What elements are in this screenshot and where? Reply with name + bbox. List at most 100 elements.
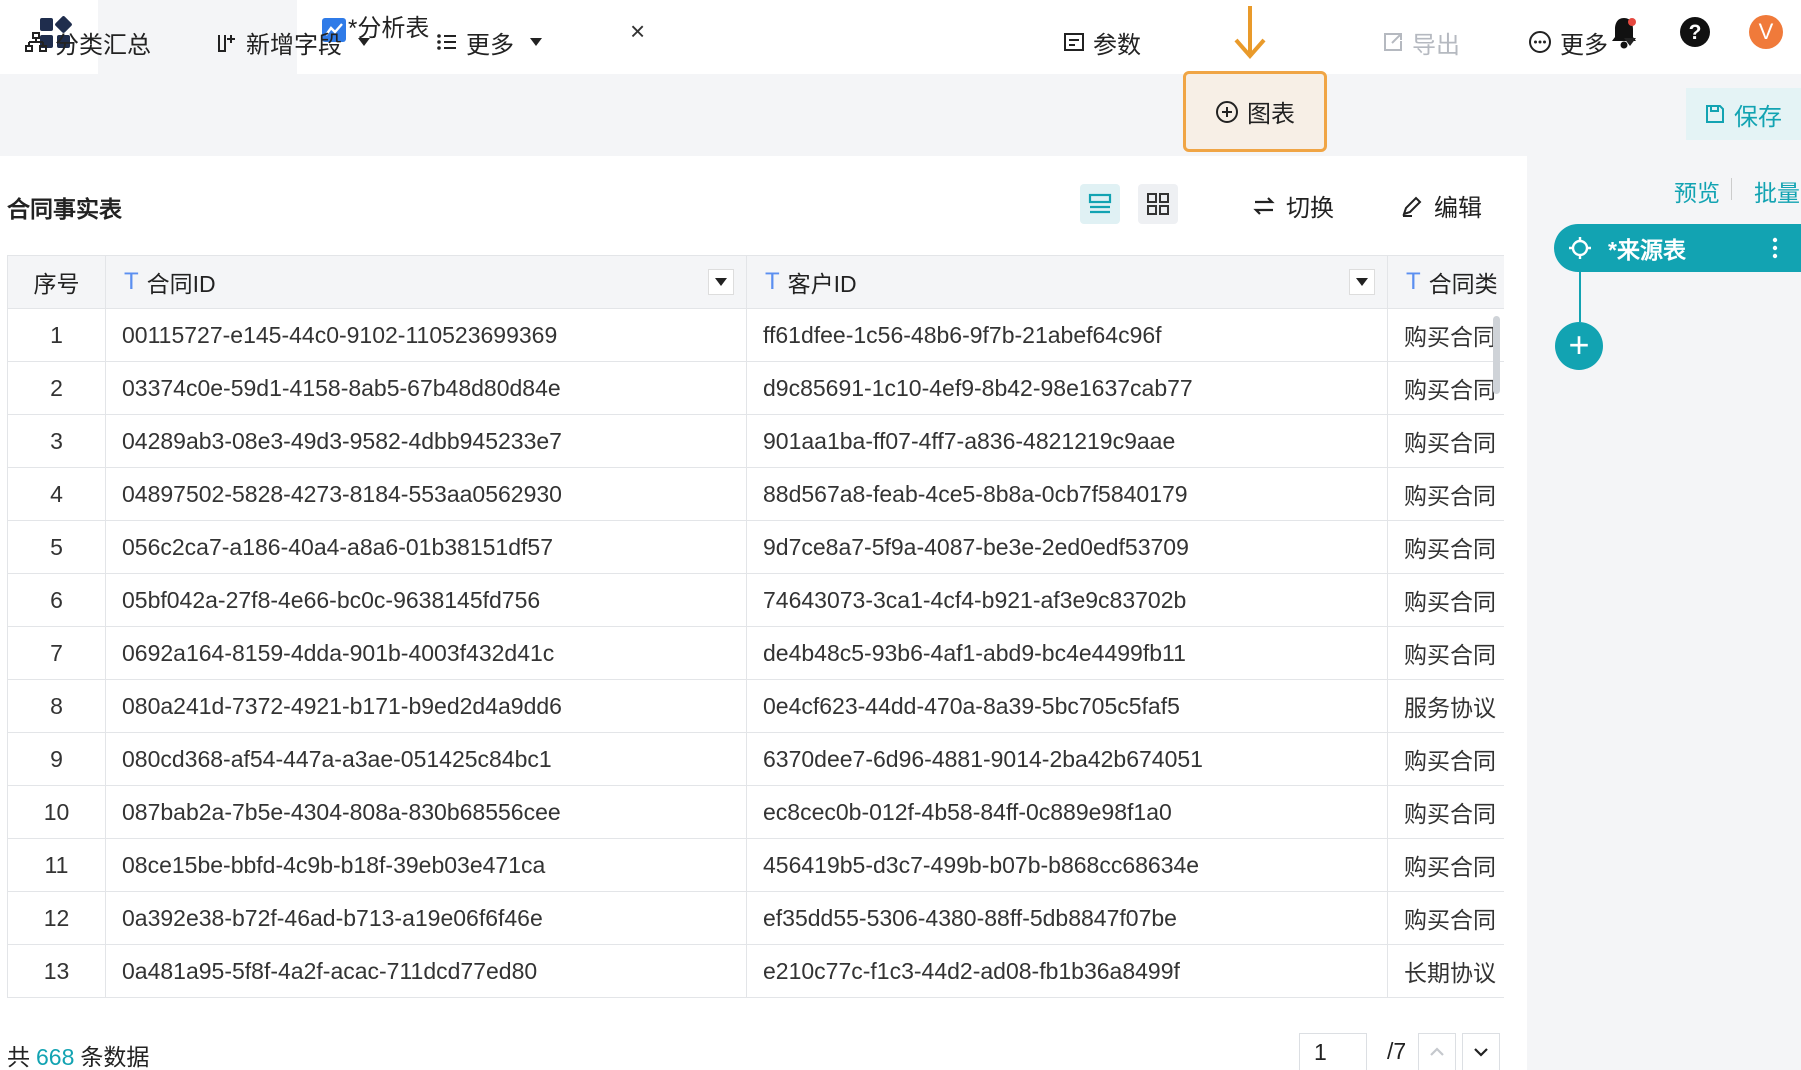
table-row[interactable]: 9 080cd368-af54-447a-a3ae-051425c84bc1 637… bbox=[7, 732, 1504, 786]
chevron-down-icon bbox=[358, 38, 370, 46]
contract-type-cell[interactable]: 购买合同 bbox=[1387, 308, 1504, 362]
column-dropdown-button[interactable] bbox=[708, 269, 734, 295]
export-button[interactable]: 导出 bbox=[1382, 26, 1460, 59]
contract-type-cell[interactable]: 购买合同 bbox=[1387, 732, 1504, 786]
contract-type-cell[interactable]: 购买合同 bbox=[1387, 626, 1504, 680]
row-index-cell[interactable]: 4 bbox=[7, 467, 106, 521]
customer-id-cell[interactable]: 9d7ce8a7-5f9a-4087-be3e-2ed0edf53709 bbox=[746, 520, 1388, 574]
table-row[interactable]: 6 05bf042a-27f8-4e66-bc0c-9638145fd756 746… bbox=[7, 573, 1504, 627]
more-vertical-icon[interactable] bbox=[1772, 236, 1778, 260]
contract-type-cell[interactable]: 服务协议 bbox=[1387, 679, 1504, 733]
contract-id-cell[interactable]: 08ce15be-bbfd-4c9b-b18f-39eb03e471ca bbox=[105, 838, 747, 892]
more-left-button[interactable]: 更多 bbox=[436, 26, 542, 59]
contract-id-cell[interactable]: 03374c0e-59d1-4158-8ab5-67b48d80d84e bbox=[105, 361, 747, 415]
chart-label: 图表 bbox=[1247, 101, 1295, 128]
table-row[interactable]: 2 03374c0e-59d1-4158-8ab5-67b48d80d84e d9c… bbox=[7, 361, 1504, 415]
customer-id-cell[interactable]: e210c77c-f1c3-44d2-ad08-fb1b36a8499f bbox=[746, 944, 1388, 998]
chart-button[interactable]: 图表 bbox=[1183, 71, 1327, 152]
column-header-contract-type[interactable]: T 合同类 bbox=[1387, 255, 1504, 309]
customer-id-cell[interactable]: 6370dee7-6d96-4881-9014-2ba42b674051 bbox=[746, 732, 1388, 786]
table-row[interactable]: 8 080a241d-7372-4921-b171-b9ed2d4a9dd6 0e4… bbox=[7, 679, 1504, 733]
contract-id-cell[interactable]: 0692a164-8159-4dda-901b-4003f432d41c bbox=[105, 626, 747, 680]
contract-id-cell[interactable]: 05bf042a-27f8-4e66-bc0c-9638145fd756 bbox=[105, 573, 747, 627]
row-index-cell[interactable]: 7 bbox=[7, 626, 106, 680]
contract-type-cell[interactable]: 购买合同 bbox=[1387, 573, 1504, 627]
contract-type-cell[interactable]: 长期协议 bbox=[1387, 944, 1504, 998]
contract-id-cell[interactable]: 087bab2a-7b5e-4304-808a-830b68556cee bbox=[105, 785, 747, 839]
node-connector bbox=[1579, 272, 1581, 322]
table-row[interactable]: 10 087bab2a-7b5e-4304-808a-830b68556cee ec… bbox=[7, 785, 1504, 839]
row-index-cell[interactable]: 10 bbox=[7, 785, 106, 839]
table-row[interactable]: 4 04897502-5828-4273-8184-553aa0562930 88d… bbox=[7, 467, 1504, 521]
contract-id-cell[interactable]: 0a392e38-b72f-46ad-b713-a19e06f6f46e bbox=[105, 891, 747, 945]
group-summary-button[interactable]: 分类汇总 bbox=[25, 26, 151, 59]
customer-id-cell[interactable]: 0e4cf623-44dd-470a-8a39-5bc705c5faf5 bbox=[746, 679, 1388, 733]
customer-id-cell[interactable]: de4b48c5-93b6-4af1-abd9-bc4e4499fb11 bbox=[746, 626, 1388, 680]
table-row[interactable]: 12 0a392e38-b72f-46ad-b713-a19e06f6f46e ef… bbox=[7, 891, 1504, 945]
table-row[interactable]: 3 04289ab3-08e3-49d3-9582-4dbb945233e7 901… bbox=[7, 414, 1504, 468]
text-type-icon: T bbox=[765, 268, 780, 295]
contract-id-cell[interactable]: 04289ab3-08e3-49d3-9582-4dbb945233e7 bbox=[105, 414, 747, 468]
params-button[interactable]: 参数 bbox=[1063, 26, 1141, 59]
contract-id-cell[interactable]: 04897502-5828-4273-8184-553aa0562930 bbox=[105, 467, 747, 521]
customer-id-cell[interactable]: ef35dd55-5306-4380-88ff-5db8847f07be bbox=[746, 891, 1388, 945]
table-scrollbar[interactable] bbox=[1493, 316, 1500, 394]
contract-type-cell[interactable]: 购买合同 bbox=[1387, 520, 1504, 574]
row-index-cell[interactable]: 2 bbox=[7, 361, 106, 415]
row-index-cell[interactable]: 13 bbox=[7, 944, 106, 998]
row-index-cell[interactable]: 12 bbox=[7, 891, 106, 945]
row-index-cell[interactable]: 6 bbox=[7, 573, 106, 627]
help-icon[interactable]: ? bbox=[1678, 14, 1712, 50]
switch-button[interactable]: 切换 bbox=[1252, 188, 1334, 223]
page-number-input[interactable]: 1 bbox=[1299, 1033, 1367, 1070]
contract-id-cell[interactable]: 080a241d-7372-4921-b171-b9ed2d4a9dd6 bbox=[105, 679, 747, 733]
prev-page-button[interactable] bbox=[1418, 1033, 1456, 1070]
row-index-cell[interactable]: 3 bbox=[7, 414, 106, 468]
user-avatar[interactable]: V bbox=[1749, 15, 1783, 49]
contract-type-cell[interactable]: 购买合同 bbox=[1387, 414, 1504, 468]
contract-type-cell[interactable]: 购买合同 bbox=[1387, 361, 1504, 415]
customer-id-cell[interactable]: d9c85691-1c10-4ef9-8b42-98e1637cab77 bbox=[746, 361, 1388, 415]
row-index-cell[interactable]: 8 bbox=[7, 679, 106, 733]
customer-id-cell[interactable]: ff61dfee-1c56-48b6-9f7b-21abef64c96f bbox=[746, 308, 1388, 362]
customer-id-cell[interactable]: 74643073-3ca1-4cf4-b921-af3e9c83702b bbox=[746, 573, 1388, 627]
row-view-button[interactable] bbox=[1080, 184, 1120, 224]
table-row[interactable]: 13 0a481a95-5f8f-4a2f-acac-711dcd77ed80 e2… bbox=[7, 944, 1504, 998]
more-right-button[interactable]: 更多 bbox=[1528, 26, 1636, 59]
contract-id-cell[interactable]: 00115727-e145-44c0-9102-110523699369 bbox=[105, 308, 747, 362]
row-index-cell[interactable]: 11 bbox=[7, 838, 106, 892]
customer-id-cell[interactable]: 88d567a8-feab-4ce5-8b8a-0cb7f5840179 bbox=[746, 467, 1388, 521]
tab-close-icon[interactable]: × bbox=[630, 16, 645, 46]
grid-view-button[interactable] bbox=[1138, 184, 1178, 224]
row-index-cell[interactable]: 5 bbox=[7, 520, 106, 574]
contract-id-cell[interactable]: 080cd368-af54-447a-a3ae-051425c84bc1 bbox=[105, 732, 747, 786]
edit-button[interactable]: 编辑 bbox=[1400, 188, 1482, 223]
table-row[interactable]: 11 08ce15be-bbfd-4c9b-b18f-39eb03e471ca 45… bbox=[7, 838, 1504, 892]
contract-id-cell[interactable]: 0a481a95-5f8f-4a2f-acac-711dcd77ed80 bbox=[105, 944, 747, 998]
add-node-button[interactable]: + bbox=[1555, 322, 1603, 370]
row-index-cell[interactable]: 9 bbox=[7, 732, 106, 786]
table-header-row: 序号 T 合同ID T 客户ID T 合同类 bbox=[7, 255, 1504, 309]
contract-id-cell[interactable]: 056c2ca7-a186-40a4-a8a6-01b38151df57 bbox=[105, 520, 747, 574]
add-field-button[interactable]: 新增字段 bbox=[216, 26, 370, 59]
table-row[interactable]: 7 0692a164-8159-4dda-901b-4003f432d41c de4… bbox=[7, 626, 1504, 680]
source-table-node[interactable]: *来源表 bbox=[1554, 224, 1801, 272]
contract-type-cell[interactable]: 购买合同 bbox=[1387, 838, 1504, 892]
customer-id-cell[interactable]: 901aa1ba-ff07-4ff7-a836-4821219c9aae bbox=[746, 414, 1388, 468]
preview-link[interactable]: 预览 bbox=[1674, 174, 1720, 208]
contract-type-cell[interactable]: 购买合同 bbox=[1387, 467, 1504, 521]
column-dropdown-button[interactable] bbox=[1349, 269, 1375, 295]
save-button[interactable]: 保存 bbox=[1686, 88, 1801, 140]
next-page-button[interactable] bbox=[1462, 1033, 1500, 1070]
chevron-down-icon bbox=[715, 278, 727, 286]
contract-type-cell[interactable]: 购买合同 bbox=[1387, 891, 1504, 945]
column-header-contract-id[interactable]: T 合同ID bbox=[105, 255, 747, 309]
row-index-cell[interactable]: 1 bbox=[7, 308, 106, 362]
table-row[interactable]: 1 00115727-e145-44c0-9102-110523699369 ff6… bbox=[7, 308, 1504, 362]
customer-id-cell[interactable]: ec8cec0b-012f-4b58-84ff-0c889e98f1a0 bbox=[746, 785, 1388, 839]
customer-id-cell[interactable]: 456419b5-d3c7-499b-b07b-b868cc68634e bbox=[746, 838, 1388, 892]
contract-type-cell[interactable]: 购买合同 bbox=[1387, 785, 1504, 839]
column-header-customer-id[interactable]: T 客户ID bbox=[746, 255, 1388, 309]
batch-link[interactable]: 批量 bbox=[1754, 174, 1800, 208]
table-row[interactable]: 5 056c2ca7-a186-40a4-a8a6-01b38151df57 9d7… bbox=[7, 520, 1504, 574]
